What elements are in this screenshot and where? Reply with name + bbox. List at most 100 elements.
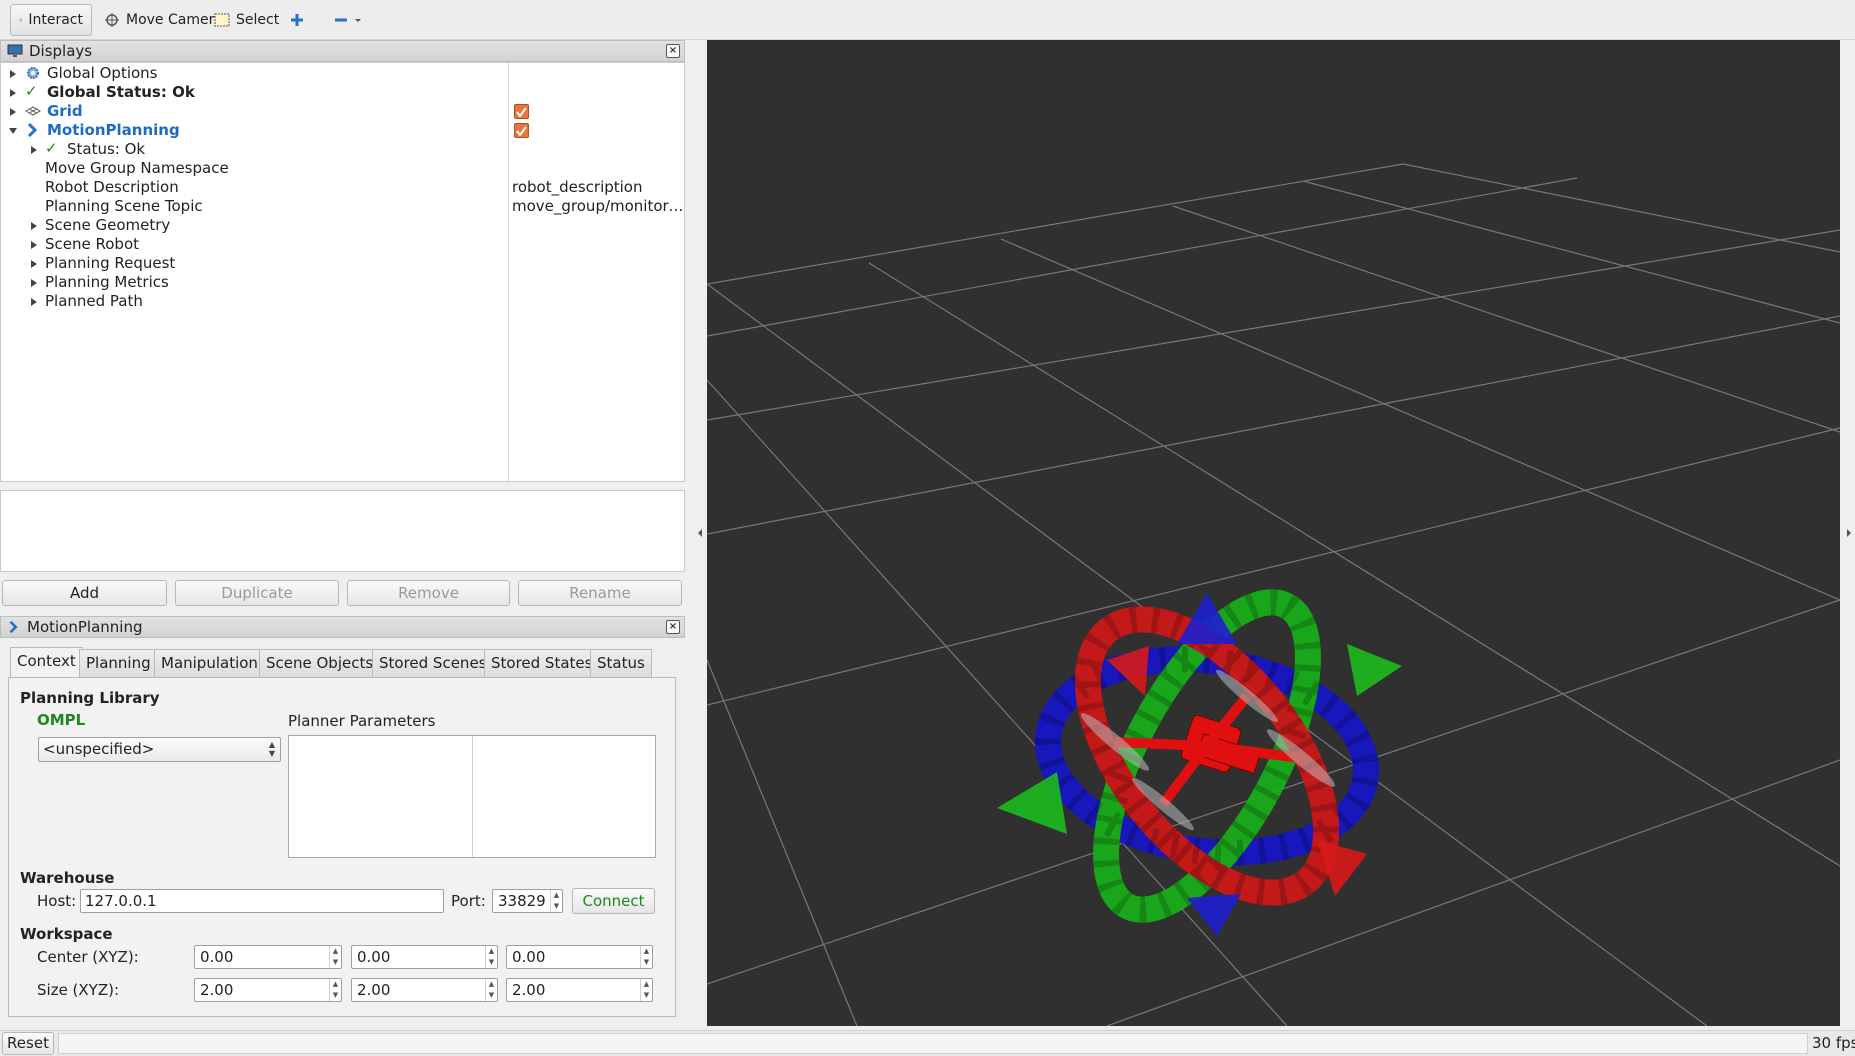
add-tool-button[interactable]	[282, 4, 312, 36]
spin-arrows-icon[interactable]: ▲ ▼	[550, 890, 562, 912]
workspace-heading: Workspace	[20, 925, 113, 943]
spin-arrows-icon[interactable]: ▲ ▼	[485, 946, 497, 968]
hand-icon	[19, 18, 22, 22]
spin-arrows-icon[interactable]: ▲ ▼	[329, 979, 341, 1001]
tree-item-status[interactable]: ✓ Status: Ok	[1, 139, 684, 159]
center-z-value: 0.00	[512, 948, 546, 966]
tree-item-label: Status: Ok	[67, 140, 146, 158]
select-arrows-icon: ▲ ▼	[268, 740, 275, 758]
tree-item-scene-robot[interactable]: Scene Robot	[1, 235, 684, 254]
planning-library-name: OMPL	[37, 711, 86, 729]
center-x-value: 0.00	[200, 948, 234, 966]
motionplanning-enabled-checkbox[interactable]	[514, 123, 529, 138]
remove-tool-button[interactable]	[326, 4, 370, 36]
port-label: Port:	[451, 892, 486, 910]
tree-item-label: MotionPlanning	[47, 121, 180, 139]
spin-arrows-icon[interactable]: ▲ ▼	[485, 979, 497, 1001]
tree-item-value[interactable]: move_group/monitore…	[512, 197, 684, 216]
motionplanning-header: MotionPlanning ×	[0, 616, 685, 638]
warehouse-heading: Warehouse	[20, 869, 115, 887]
spin-arrows-icon[interactable]: ▲ ▼	[640, 979, 652, 1001]
host-input[interactable]: 127.0.0.1	[80, 889, 444, 913]
tab-context[interactable]: Context	[10, 647, 83, 677]
tab-status[interactable]: Status	[590, 649, 652, 677]
displays-title: Displays	[29, 42, 93, 60]
size-x-spinbox[interactable]: 2.00 ▲ ▼	[194, 978, 342, 1002]
tree-item-label: Move Group Namespace	[45, 159, 229, 177]
tab-stored-scenes[interactable]: Stored Scenes	[372, 649, 494, 677]
host-label: Host:	[37, 892, 77, 910]
tree-item-label: Planned Path	[45, 292, 143, 310]
collapse-left-icon	[698, 529, 702, 537]
interact-button[interactable]: Interact	[10, 4, 92, 36]
tree-item-label: Planning Metrics	[45, 273, 169, 291]
size-x-value: 2.00	[200, 981, 234, 999]
toolbar: Interact Move Camera Select	[0, 0, 1855, 40]
motionplanning-icon	[9, 620, 18, 634]
tree-item-move-group-namespace[interactable]: Move Group Namespace	[1, 159, 684, 178]
tree-item-planning-scene-topic[interactable]: Planning Scene Topic move_group/monitore…	[1, 197, 684, 216]
add-display-button[interactable]: Add	[2, 580, 167, 606]
motionplanning-title: MotionPlanning	[27, 618, 143, 636]
display-tree: Global Options ✓ Global Status: Ok Grid …	[0, 62, 685, 482]
planner-parameters-table[interactable]	[288, 735, 656, 858]
connect-button[interactable]: Connect	[572, 888, 655, 914]
remove-display-button[interactable]: Remove	[347, 580, 510, 606]
tab-scene-objects[interactable]: Scene Objects	[259, 649, 381, 677]
tree-item-planned-path[interactable]: Planned Path	[1, 292, 684, 311]
select-button[interactable]: Select	[206, 4, 287, 36]
tree-item-global-options[interactable]: Global Options	[1, 64, 684, 83]
right-splitter[interactable]	[1840, 40, 1855, 1026]
check-icon: ✓	[25, 82, 38, 100]
3d-viewport[interactable]	[707, 40, 1840, 1026]
size-y-value: 2.00	[357, 981, 391, 999]
chevron-down-icon	[355, 19, 361, 22]
spin-arrows-icon[interactable]: ▲ ▼	[329, 946, 341, 968]
select-rect-icon	[214, 13, 230, 27]
tree-item-value[interactable]: robot_description	[512, 178, 684, 197]
tree-item-motionplanning[interactable]: MotionPlanning	[1, 121, 684, 140]
planner-select-value: <unspecified>	[43, 740, 155, 758]
check-icon: ✓	[45, 139, 58, 157]
close-icon[interactable]: ×	[666, 44, 680, 58]
tree-item-scene-geometry[interactable]: Scene Geometry	[1, 216, 684, 235]
scene-render	[707, 163, 1840, 1026]
planner-select[interactable]: <unspecified> ▲ ▼	[38, 737, 281, 762]
tree-item-label: Planning Scene Topic	[45, 197, 203, 215]
grid-enabled-checkbox[interactable]	[514, 104, 529, 119]
monitor-icon	[7, 44, 23, 57]
tree-item-robot-description[interactable]: Robot Description robot_description	[1, 178, 684, 197]
status-bar: Reset 30 fps	[0, 1030, 1855, 1056]
size-z-value: 2.00	[512, 981, 546, 999]
port-spinbox[interactable]: 33829 ▲ ▼	[492, 889, 563, 913]
spin-arrows-icon[interactable]: ▲ ▼	[640, 946, 652, 968]
center-label: Center (XYZ):	[37, 948, 139, 966]
center-z-spinbox[interactable]: 0.00 ▲ ▼	[506, 945, 653, 969]
display-description-box	[0, 490, 685, 572]
duplicate-display-button[interactable]: Duplicate	[175, 580, 339, 606]
plus-icon	[291, 14, 303, 26]
collapse-right-icon	[1847, 529, 1851, 537]
tree-item-grid[interactable]: Grid	[1, 102, 684, 121]
tab-manipulation[interactable]: Manipulation	[154, 649, 265, 677]
tab-stored-states[interactable]: Stored States	[484, 649, 600, 677]
motionplanning-icon	[27, 122, 38, 138]
grid-icon	[25, 106, 41, 116]
left-splitter[interactable]	[694, 40, 707, 1026]
status-message-field	[58, 1033, 1808, 1054]
rename-display-button[interactable]: Rename	[518, 580, 682, 606]
displays-header: Displays ×	[0, 40, 685, 62]
gear-icon	[27, 67, 39, 79]
center-x-spinbox[interactable]: 0.00 ▲ ▼	[194, 945, 342, 969]
tree-item-label: Robot Description	[45, 178, 179, 196]
tree-item-planning-metrics[interactable]: Planning Metrics	[1, 273, 684, 292]
tab-planning[interactable]: Planning	[79, 649, 158, 677]
tree-item-planning-request[interactable]: Planning Request	[1, 254, 684, 273]
reset-button[interactable]: Reset	[2, 1032, 54, 1055]
close-icon[interactable]: ×	[666, 620, 680, 634]
tree-item-global-status[interactable]: ✓ Global Status: Ok	[1, 82, 684, 102]
size-z-spinbox[interactable]: 2.00 ▲ ▼	[506, 978, 653, 1002]
size-y-spinbox[interactable]: 2.00 ▲ ▼	[351, 978, 498, 1002]
center-y-spinbox[interactable]: 0.00 ▲ ▼	[351, 945, 498, 969]
center-y-value: 0.00	[357, 948, 391, 966]
